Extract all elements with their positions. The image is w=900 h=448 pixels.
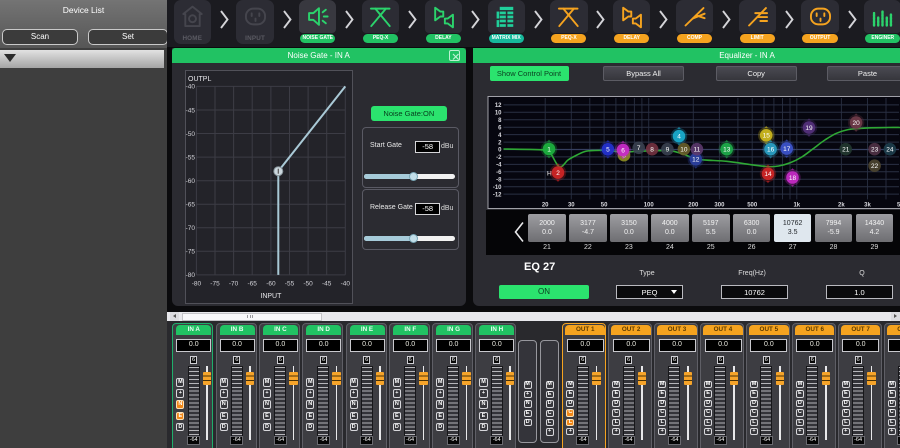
svg-text:-45: -45 <box>186 107 196 114</box>
svg-text:-4: -4 <box>496 163 502 169</box>
svg-text:2k: 2k <box>838 203 845 209</box>
svg-text:-60: -60 <box>266 280 276 287</box>
svg-text:4: 4 <box>677 134 681 141</box>
svg-text:12: 12 <box>692 157 700 164</box>
svg-text:11: 11 <box>694 147 701 154</box>
svg-text:18: 18 <box>789 175 797 182</box>
svg-text:-80: -80 <box>192 280 202 287</box>
svg-text:OUTPL: OUTPL <box>188 76 211 83</box>
svg-text:-75: -75 <box>186 248 196 255</box>
svg-text:500: 500 <box>747 203 758 209</box>
svg-text:9: 9 <box>666 147 670 154</box>
svg-text:14: 14 <box>764 171 772 178</box>
svg-text:-75: -75 <box>211 280 221 287</box>
svg-text:1: 1 <box>547 146 551 153</box>
svg-text:-65: -65 <box>186 201 196 208</box>
svg-text:13: 13 <box>723 147 731 154</box>
svg-text:15: 15 <box>763 133 771 140</box>
svg-text:1k: 1k <box>793 203 800 209</box>
svg-text:-70: -70 <box>229 280 239 287</box>
svg-text:30: 30 <box>568 203 575 209</box>
svg-text:23: 23 <box>871 147 879 154</box>
svg-text:24: 24 <box>886 147 894 154</box>
svg-text:21: 21 <box>842 147 850 154</box>
svg-text:16: 16 <box>767 147 775 154</box>
svg-text:19: 19 <box>805 125 813 132</box>
svg-text:-55: -55 <box>285 280 295 287</box>
svg-text:2: 2 <box>556 170 560 177</box>
svg-text:-55: -55 <box>186 154 196 161</box>
svg-text:-80: -80 <box>186 272 196 279</box>
svg-text:12: 12 <box>495 103 502 109</box>
svg-text:10: 10 <box>495 111 502 117</box>
svg-text:-8: -8 <box>496 178 502 184</box>
svg-text:300: 300 <box>714 203 725 209</box>
svg-text:20: 20 <box>542 203 549 209</box>
svg-text:-60: -60 <box>186 178 196 185</box>
svg-text:8: 8 <box>650 147 654 154</box>
svg-text:10: 10 <box>680 147 688 154</box>
svg-text:6: 6 <box>621 147 625 154</box>
svg-text:5: 5 <box>606 147 610 154</box>
svg-text:3k: 3k <box>864 203 871 209</box>
svg-text:-50: -50 <box>186 130 196 137</box>
svg-text:-70: -70 <box>186 225 196 232</box>
svg-text:-45: -45 <box>322 280 332 287</box>
svg-text:-40: -40 <box>186 83 196 90</box>
svg-text:100: 100 <box>644 203 655 209</box>
svg-text:-6: -6 <box>496 170 502 176</box>
svg-text:22: 22 <box>871 163 879 170</box>
svg-text:7: 7 <box>637 145 641 152</box>
svg-text:17: 17 <box>783 146 791 153</box>
svg-text:-40: -40 <box>341 280 351 287</box>
svg-text:200: 200 <box>688 203 699 209</box>
svg-text:20: 20 <box>852 120 860 127</box>
svg-text:-12: -12 <box>493 192 502 198</box>
svg-text:-10: -10 <box>493 185 502 191</box>
svg-text:50: 50 <box>601 203 608 209</box>
svg-text:-65: -65 <box>248 280 258 287</box>
svg-text:INPUT: INPUT <box>261 293 283 300</box>
svg-text:-2: -2 <box>496 155 502 161</box>
svg-text:-50: -50 <box>304 280 314 287</box>
